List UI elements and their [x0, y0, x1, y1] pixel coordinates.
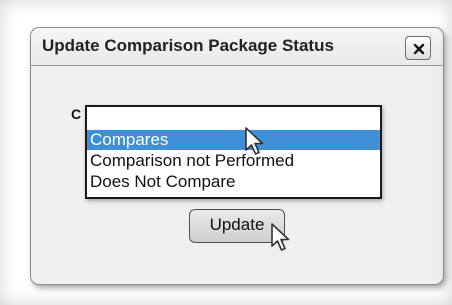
arrow-cursor-icon — [271, 223, 290, 251]
dialog-title: Update Comparison Package Status — [42, 36, 334, 55]
update-status-dialog: Update Comparison Package Status C Compa… — [30, 27, 444, 285]
dialog-titlebar[interactable]: Update Comparison Package Status — [31, 28, 443, 66]
option-comparison-not-performed[interactable]: Comparison not Performed — [87, 151, 380, 171]
status-field-label: C — [71, 106, 82, 122]
arrow-cursor-icon — [245, 127, 264, 155]
screenshot-canvas: Update Comparison Package Status C Compa… — [0, 0, 452, 305]
close-x-icon — [413, 43, 425, 55]
status-dropdown-list[interactable]: Compares Comparison not Performed Does N… — [85, 105, 382, 199]
dropdown-current-value[interactable] — [87, 107, 380, 130]
close-button[interactable] — [405, 36, 431, 60]
option-compares[interactable]: Compares — [87, 130, 380, 150]
option-does-not-compare[interactable]: Does Not Compare — [87, 172, 380, 192]
